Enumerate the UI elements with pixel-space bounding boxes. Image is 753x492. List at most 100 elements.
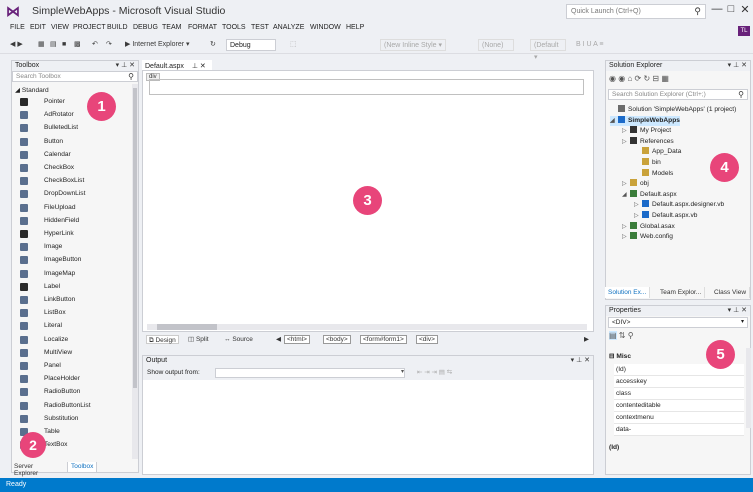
- menu-tools[interactable]: TOOLS: [222, 24, 246, 31]
- expand-arrow-icon[interactable]: ▷: [622, 179, 630, 189]
- toolbox-item-listbox[interactable]: ListBox: [12, 307, 132, 319]
- toolbox-item-imagemap[interactable]: ImageMap: [12, 268, 132, 280]
- menu-test[interactable]: TEST: [251, 24, 269, 31]
- expand-arrow-icon[interactable]: ◢: [622, 190, 630, 200]
- properties-scrollbar[interactable]: [746, 348, 751, 428]
- menu-team[interactable]: TEAM: [162, 24, 181, 31]
- properties-object-select[interactable]: <DIV> ▾: [608, 317, 748, 328]
- refresh-icon[interactable]: ↻: [210, 39, 216, 51]
- toolbox-item-button[interactable]: Button: [12, 136, 132, 148]
- toolbox-item-checkbox[interactable]: CheckBox: [12, 162, 132, 174]
- menu-file[interactable]: FILE: [10, 24, 25, 31]
- undo-icon[interactable]: ↶: [92, 39, 98, 51]
- toolbox-search-input[interactable]: Search Toolbox ⚲: [12, 71, 138, 82]
- tag-form[interactable]: <form#form1>: [360, 335, 407, 344]
- solution-tree-item[interactable]: ◢ SimpleWebApps: [610, 115, 680, 126]
- solution-tree-item[interactable]: ▷ obj: [622, 179, 649, 189]
- font-select[interactable]: (Default ▾: [530, 39, 566, 61]
- tag-body[interactable]: <body>: [323, 335, 351, 344]
- menu-debug[interactable]: DEBUG: [133, 24, 158, 31]
- back-icon[interactable]: ◉: [609, 74, 616, 83]
- tag-nav-left-icon[interactable]: ◀: [274, 335, 283, 344]
- inline-style-select[interactable]: (New Inline Style ▾: [380, 39, 446, 51]
- solution-tree-item[interactable]: ▷ My Project: [622, 126, 671, 136]
- toolbox-item-calendar[interactable]: Calendar: [12, 149, 132, 161]
- collapse-icon[interactable]: ⊟: [652, 74, 659, 83]
- close-tab-icon[interactable]: ⊥ ✕: [192, 63, 206, 70]
- save-all-icon[interactable]: ▩: [74, 39, 81, 51]
- toolbox-item-multiview[interactable]: MultiView: [12, 347, 132, 359]
- tag-html[interactable]: <html>: [284, 335, 310, 344]
- menu-project[interactable]: PROJECT: [73, 24, 106, 31]
- minimize-button[interactable]: —: [710, 3, 724, 15]
- expand-arrow-icon[interactable]: ▷: [634, 211, 642, 221]
- output-toolbar-icons[interactable]: ⇤ ⇥ ⇥ ▤ ⇆: [417, 368, 452, 376]
- toolbox-item-bulletedlist[interactable]: BulletedList: [12, 122, 132, 134]
- menu-analyze[interactable]: ANALYZE: [273, 24, 304, 31]
- properties-icon[interactable]: ▦: [661, 74, 669, 83]
- open-icon[interactable]: ▤: [50, 39, 57, 51]
- toolbox-item-panel[interactable]: Panel: [12, 360, 132, 372]
- source-view-button[interactable]: ↔ Source: [222, 335, 255, 344]
- tab-class-view[interactable]: Class View: [711, 287, 751, 298]
- toolbox-item-linkbutton[interactable]: LinkButton: [12, 294, 132, 306]
- toolbox-item-radiobutton[interactable]: RadioButton: [12, 386, 132, 398]
- back-icon[interactable]: ◀ ▶: [10, 39, 23, 51]
- toolbox-scrollbar[interactable]: [132, 84, 138, 459]
- expand-arrow-icon[interactable]: ▷: [622, 126, 630, 136]
- div-element[interactable]: [149, 79, 584, 95]
- tag-div[interactable]: <div>: [416, 335, 438, 344]
- scrollbar-thumb[interactable]: [133, 88, 137, 388]
- expand-arrow-icon[interactable]: ▷: [622, 222, 630, 232]
- menu-edit[interactable]: EDIT: [30, 24, 46, 31]
- toolbox-item-hiddenfield[interactable]: HiddenField: [12, 215, 132, 227]
- property-row[interactable]: contenteditable: [614, 400, 744, 412]
- scrollbar-thumb[interactable]: [157, 324, 217, 330]
- maximize-button[interactable]: □: [724, 3, 738, 15]
- menu-format[interactable]: FORMAT: [188, 24, 217, 31]
- solution-search-input[interactable]: Search Solution Explorer (Ctrl+;) ⚲: [608, 89, 748, 100]
- user-avatar[interactable]: TL: [738, 26, 750, 36]
- toolbox-item-radiobuttonlist[interactable]: RadioButtonList: [12, 400, 132, 412]
- menu-build[interactable]: BUILD: [107, 24, 128, 31]
- toolbox-item-placeholder[interactable]: PlaceHolder: [12, 373, 132, 385]
- new-project-icon[interactable]: ▦: [38, 39, 45, 51]
- panel-pin-icon[interactable]: ▾ ⊥ ✕: [116, 61, 135, 71]
- tab-toolbox[interactable]: Toolbox: [67, 462, 98, 473]
- tab-default-aspx[interactable]: Default.aspx ⊥ ✕: [142, 60, 212, 70]
- expand-arrow-icon[interactable]: ▷: [634, 200, 642, 210]
- categorized-icon[interactable]: ▤: [609, 331, 617, 340]
- panel-pin-icon[interactable]: ▾ ⊥ ✕: [571, 356, 590, 366]
- panel-pin-icon[interactable]: ▾ ⊥ ✕: [728, 306, 747, 316]
- solution-tree-item[interactable]: ▷ References: [622, 136, 674, 147]
- toolbox-category-standard[interactable]: ◢ Standard: [15, 86, 49, 94]
- solution-tree-item[interactable]: ▷ Global.asax: [622, 221, 675, 232]
- toolbox-item-checkboxlist[interactable]: CheckBoxList: [12, 175, 132, 187]
- toolbox-item-dropdownlist[interactable]: DropDownList: [12, 188, 132, 200]
- property-row[interactable]: contextmenu: [614, 412, 744, 424]
- run-browser-button[interactable]: ▶ Internet Explorer ▾: [125, 39, 190, 51]
- solution-tree-item[interactable]: ◢ Default.aspx: [622, 189, 677, 200]
- solution-tree-item[interactable]: ▷ Web.config: [622, 232, 673, 242]
- property-row[interactable]: class: [614, 388, 744, 400]
- toolbox-item-substitution[interactable]: Substitution: [12, 413, 132, 425]
- format-buttons[interactable]: B I U A ≡: [576, 39, 603, 51]
- toolbox-item-label[interactable]: Label: [12, 281, 132, 293]
- properties-category-misc[interactable]: ⊟ Misc: [609, 352, 631, 360]
- toolbox-item-image[interactable]: Image: [12, 241, 132, 253]
- property-row[interactable]: accesskey: [614, 376, 744, 388]
- toolbox-item-hyperlink[interactable]: HyperLink: [12, 228, 132, 240]
- solution-tree-item[interactable]: Solution 'SimpleWebApps' (1 project): [610, 105, 736, 115]
- solution-tree-item[interactable]: App_Data: [634, 147, 681, 157]
- menu-view[interactable]: VIEW: [51, 24, 69, 31]
- tag-nav-right-icon[interactable]: ▶: [582, 335, 591, 344]
- property-pages-icon[interactable]: ⚲: [628, 331, 634, 340]
- solution-tree-item[interactable]: ▷ Default.aspx.vb: [634, 211, 697, 221]
- panel-pin-icon[interactable]: ▾ ⊥ ✕: [728, 61, 747, 71]
- expand-arrow-icon[interactable]: ◢: [610, 116, 618, 126]
- menu-window[interactable]: WINDOW: [310, 24, 341, 31]
- close-button[interactable]: ✕: [738, 3, 752, 16]
- home-icon[interactable]: ⌂: [627, 74, 632, 83]
- solution-tree-item[interactable]: bin: [634, 158, 661, 168]
- property-row[interactable]: data-: [614, 424, 744, 436]
